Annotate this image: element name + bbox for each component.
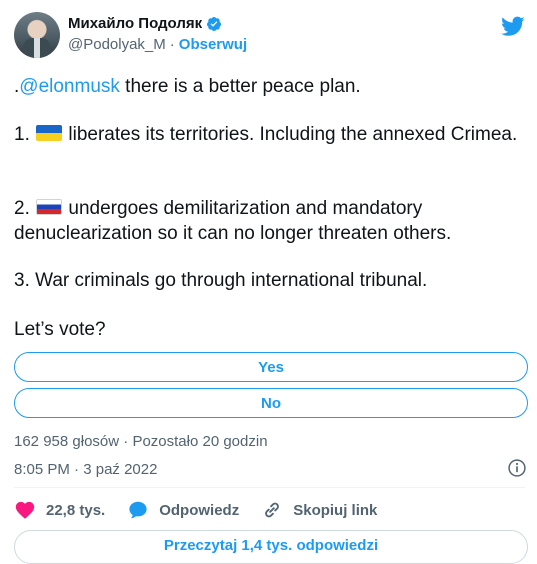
copy-link-button[interactable]: Skopiuj link (261, 499, 377, 521)
poll-meta-separator: · (123, 433, 129, 450)
poll-option-yes[interactable]: Yes (14, 352, 528, 382)
author-handle[interactable]: @Podolyak_M (68, 36, 166, 53)
tweet-point-2: 2. undergoes demilitarization and mandat… (14, 196, 529, 246)
reply-label: Odpowiedz (159, 501, 240, 519)
tweet-header: Михайло Подоляк @Podolyak_M · Obserwuj (14, 12, 525, 64)
line1-text: there is a better peace plan. (119, 76, 361, 97)
timestamp-time: 8:05 PM (14, 461, 70, 478)
timestamp-date: 3 paź 2022 (83, 461, 158, 478)
point1-text: liberates its territories. Including the… (63, 124, 518, 145)
copy-link-label: Skopiuj link (293, 501, 378, 519)
tweet-timestamp[interactable]: 8:05 PM · 3 paź 2022 (14, 461, 157, 478)
ukraine-flag-icon (36, 125, 63, 141)
point1-number: 1. (14, 124, 36, 145)
link-icon (265, 502, 280, 518)
tweet-point-1: 1. liberates its territories. Including … (14, 122, 529, 147)
author-name-row: Михайло Подоляк (68, 15, 222, 32)
point2-text: undergoes demilitarization and mandatory… (14, 198, 452, 244)
timestamp-separator: · (74, 461, 80, 478)
heart-icon (15, 501, 35, 519)
info-icon[interactable] (507, 458, 527, 478)
tweet-point-3: 3. War criminals go through internationa… (14, 270, 428, 291)
like-button[interactable]: 22,8 tys. (14, 499, 105, 521)
tweet-line-1: .@elonmusk there is a better peace plan. (14, 74, 529, 99)
poll-option-no[interactable]: No (14, 388, 528, 418)
reply-bubble-icon (129, 501, 147, 519)
read-replies-button[interactable]: Przeczytaj 1,4 tys. odpowiedzi (14, 530, 528, 564)
like-count: 22,8 tys. (46, 501, 106, 519)
author-handle-row: @Podolyak_M · Obserwuj (68, 36, 247, 53)
author-name[interactable]: Михайло Подоляк (68, 15, 202, 32)
point2-number: 2. (14, 198, 36, 219)
reply-button[interactable]: Odpowiedz (127, 499, 239, 521)
follow-button[interactable]: Obserwuj (179, 36, 247, 53)
mention-link[interactable]: @elonmusk (19, 76, 120, 97)
handle-separator: · (169, 36, 175, 53)
poll-remaining: Pozostało 20 godzin (132, 433, 268, 450)
poll-votes: 162 958 głosów (14, 433, 120, 450)
russia-flag-icon (36, 199, 63, 215)
tweet-actions: 22,8 tys. Odpowiedz Skopiuj link (14, 498, 399, 522)
tweet-closing: Let’s vote? (14, 319, 106, 340)
twitter-bird-icon[interactable] (501, 14, 525, 38)
avatar[interactable] (14, 12, 60, 58)
divider (14, 487, 525, 488)
verified-badge-icon (207, 16, 222, 31)
poll-meta: 162 958 głosów · Pozostało 20 godzin (14, 433, 268, 450)
tweet-card: Михайло Подоляк @Podolyak_M · Obserwuj .… (0, 0, 537, 564)
